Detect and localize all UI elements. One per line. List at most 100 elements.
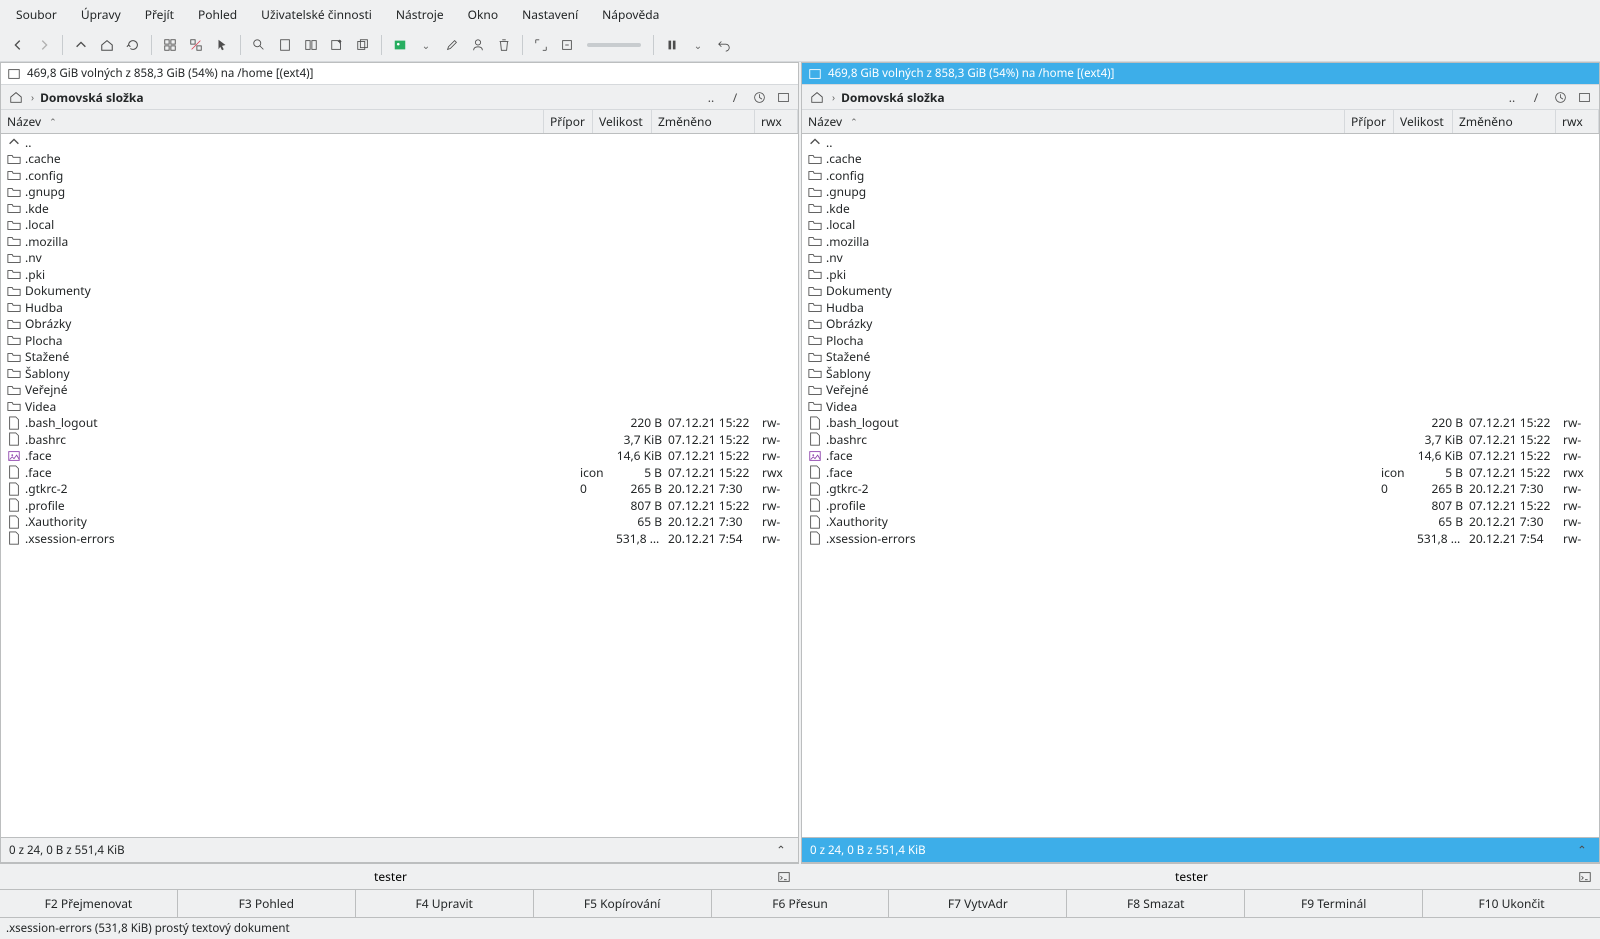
fnkey[interactable]: F8 Smazat (1067, 890, 1245, 917)
col-name[interactable]: Název⌃ (1, 110, 544, 133)
file-row[interactable]: .profile807 B07.12.21 15:22rw- (802, 497, 1599, 514)
file-row[interactable]: .bashrc3,7 KiB07.12.21 15:22rw- (1, 431, 798, 448)
file-row[interactable]: Veřejné07.12.21 15:25rwx (802, 382, 1599, 399)
disk-info-bar[interactable]: 469,8 GiB volných z 858,3 GiB (54%) na /… (1, 63, 798, 85)
col-size[interactable]: Velikost (593, 110, 652, 133)
file-list[interactable]: ...cache20.12.21 7:52rwx.config20.12.21 … (1, 134, 798, 837)
edit-button[interactable] (440, 33, 464, 57)
col-perm[interactable]: rwx (1556, 110, 1599, 133)
menu-pohled[interactable]: Pohled (186, 2, 249, 27)
zoom-slider[interactable] (587, 43, 641, 47)
file-row[interactable]: .bash_logout220 B07.12.21 15:22rw- (1, 415, 798, 432)
select-all-button[interactable] (158, 33, 182, 57)
terminal-icon[interactable] (775, 868, 793, 886)
file-row[interactable]: .gtkrc-20265 B20.12.21 7:30rw- (1, 481, 798, 498)
fnkey[interactable]: F10 Ukončit (1423, 890, 1600, 917)
file-row[interactable]: .face14,6 KiB07.12.21 15:22rw- (802, 448, 1599, 465)
pause-button[interactable] (660, 33, 684, 57)
clock-icon[interactable] (750, 88, 768, 106)
view-button[interactable] (273, 33, 297, 57)
dropdown-icon[interactable]: ⌄ (414, 33, 438, 57)
fnkey[interactable]: F7 VytvAdr (889, 890, 1067, 917)
image-button[interactable] (388, 33, 412, 57)
file-row[interactable]: .nv10.12.21 9:14rwx (1, 250, 798, 267)
reload-button[interactable] (121, 33, 145, 57)
file-row[interactable]: .faceicon5 B07.12.21 15:22rwx (802, 464, 1599, 481)
file-row[interactable]: Obrázky20.12.21 7:55rwx (802, 316, 1599, 333)
file-row[interactable]: .mozilla20.12.21 7:52rwx (1, 233, 798, 250)
menu-úpravy[interactable]: Úpravy (69, 2, 133, 27)
chevron-up-icon[interactable]: ⌃ (1573, 841, 1591, 859)
file-row[interactable]: Obrázky20.12.21 7:55rwx (1, 316, 798, 333)
clock-icon[interactable] (1551, 88, 1569, 106)
col-ext[interactable]: Přípor (1345, 110, 1394, 133)
file-row[interactable]: Videa07.12.21 15:25rwx (1, 398, 798, 415)
fnkey[interactable]: F2 Přejmenovat (0, 890, 178, 917)
file-row[interactable]: .cache20.12.21 7:52rwx (1, 151, 798, 168)
file-row[interactable]: .pki10.12.21 9:17rwx (802, 266, 1599, 283)
cursor-button[interactable] (210, 33, 234, 57)
file-row[interactable]: Dokumenty10.12.21 20:25rwx (802, 283, 1599, 300)
file-row[interactable]: .xsession-errors531,8 KiB20.12.21 7:54rw… (1, 530, 798, 547)
file-row[interactable]: .gnupg07.12.21 15:25rwx (802, 184, 1599, 201)
tab-close-icon[interactable] (1575, 88, 1593, 106)
breadcrumb-slash[interactable]: / (726, 88, 744, 106)
menu-uživatelské činnosti[interactable]: Uživatelské činnosti (249, 2, 384, 27)
file-row[interactable]: .nv10.12.21 9:14rwx (802, 250, 1599, 267)
back-button[interactable] (6, 33, 30, 57)
file-row[interactable]: .kde07.12.21 15:25rwx (1, 200, 798, 217)
file-row[interactable]: Hudba07.12.21 15:25rwx (802, 299, 1599, 316)
command-input[interactable] (6, 867, 775, 886)
breadcrumb-dots[interactable]: .. (1503, 88, 1521, 106)
file-row[interactable]: Hudba07.12.21 15:25rwx (1, 299, 798, 316)
file-row[interactable]: .bash_logout220 B07.12.21 15:22rw- (802, 415, 1599, 432)
fnkey[interactable]: F5 Kopírování (534, 890, 712, 917)
deselect-button[interactable] (184, 33, 208, 57)
file-row[interactable]: Stažené07.12.21 15:25rwx (1, 349, 798, 366)
file-row[interactable]: .config20.12.21 7:56rwx (1, 167, 798, 184)
disk-info-bar[interactable]: 469,8 GiB volných z 858,3 GiB (54%) na /… (802, 63, 1599, 85)
file-row[interactable]: .Xauthority65 B20.12.21 7:30rw- (802, 514, 1599, 531)
trash-button[interactable] (492, 33, 516, 57)
up-button[interactable] (69, 33, 93, 57)
file-row[interactable]: Šablony07.12.21 15:25rwx (1, 365, 798, 382)
file-row[interactable]: .local07.12.21 15:25rwx (1, 217, 798, 234)
menu-nástroje[interactable]: Nástroje (384, 2, 456, 27)
fnkey[interactable]: F9 Terminál (1245, 890, 1423, 917)
file-row[interactable]: Veřejné07.12.21 15:25rwx (1, 382, 798, 399)
home-icon[interactable] (7, 88, 25, 106)
fnkey[interactable]: F4 Upravit (356, 890, 534, 917)
tab-close-icon[interactable] (774, 88, 792, 106)
file-row[interactable]: .xsession-errors531,8 KiB20.12.21 7:54rw… (802, 530, 1599, 547)
menu-nastavení[interactable]: Nastavení (510, 2, 590, 27)
fnkey[interactable]: F6 Přesun (712, 890, 890, 917)
dropdown-icon[interactable]: ⌄ (686, 33, 710, 57)
menu-přejít[interactable]: Přejít (133, 2, 186, 27)
col-date[interactable]: Změněno (652, 110, 755, 133)
file-row[interactable]: .config20.12.21 7:56rwx (802, 167, 1599, 184)
tab-new-button[interactable] (325, 33, 349, 57)
compare-button[interactable] (299, 33, 323, 57)
file-row[interactable]: .local07.12.21 15:25rwx (802, 217, 1599, 234)
file-row[interactable]: .gtkrc-20265 B20.12.21 7:30rw- (802, 481, 1599, 498)
menu-soubor[interactable]: Soubor (4, 2, 69, 27)
chevron-up-icon[interactable]: ⌃ (772, 841, 790, 859)
breadcrumb-current[interactable]: Domovská složka (841, 89, 944, 106)
file-row[interactable]: Plocha07.12.21 15:39rwx (1, 332, 798, 349)
file-row[interactable]: .kde07.12.21 15:25rwx (802, 200, 1599, 217)
file-row[interactable]: .face14,6 KiB07.12.21 15:22rw- (1, 448, 798, 465)
file-row[interactable]: .bashrc3,7 KiB07.12.21 15:22rw- (802, 431, 1599, 448)
file-row[interactable]: .. (1, 134, 798, 151)
file-row[interactable]: Videa07.12.21 15:25rwx (802, 398, 1599, 415)
col-date[interactable]: Změněno (1453, 110, 1556, 133)
file-list[interactable]: ...cache20.12.21 7:52rwx.config20.12.21 … (802, 134, 1599, 837)
file-row[interactable]: Dokumenty10.12.21 20:25rwx (1, 283, 798, 300)
file-row[interactable]: Plocha07.12.21 15:39rwx (802, 332, 1599, 349)
terminal-icon[interactable] (1576, 868, 1594, 886)
file-row[interactable]: .faceicon5 B07.12.21 15:22rwx (1, 464, 798, 481)
home-icon[interactable] (808, 88, 826, 106)
file-row[interactable]: .pki10.12.21 9:17rwx (1, 266, 798, 283)
file-row[interactable]: Šablony07.12.21 15:25rwx (802, 365, 1599, 382)
home-button[interactable] (95, 33, 119, 57)
col-name[interactable]: Název⌃ (802, 110, 1345, 133)
